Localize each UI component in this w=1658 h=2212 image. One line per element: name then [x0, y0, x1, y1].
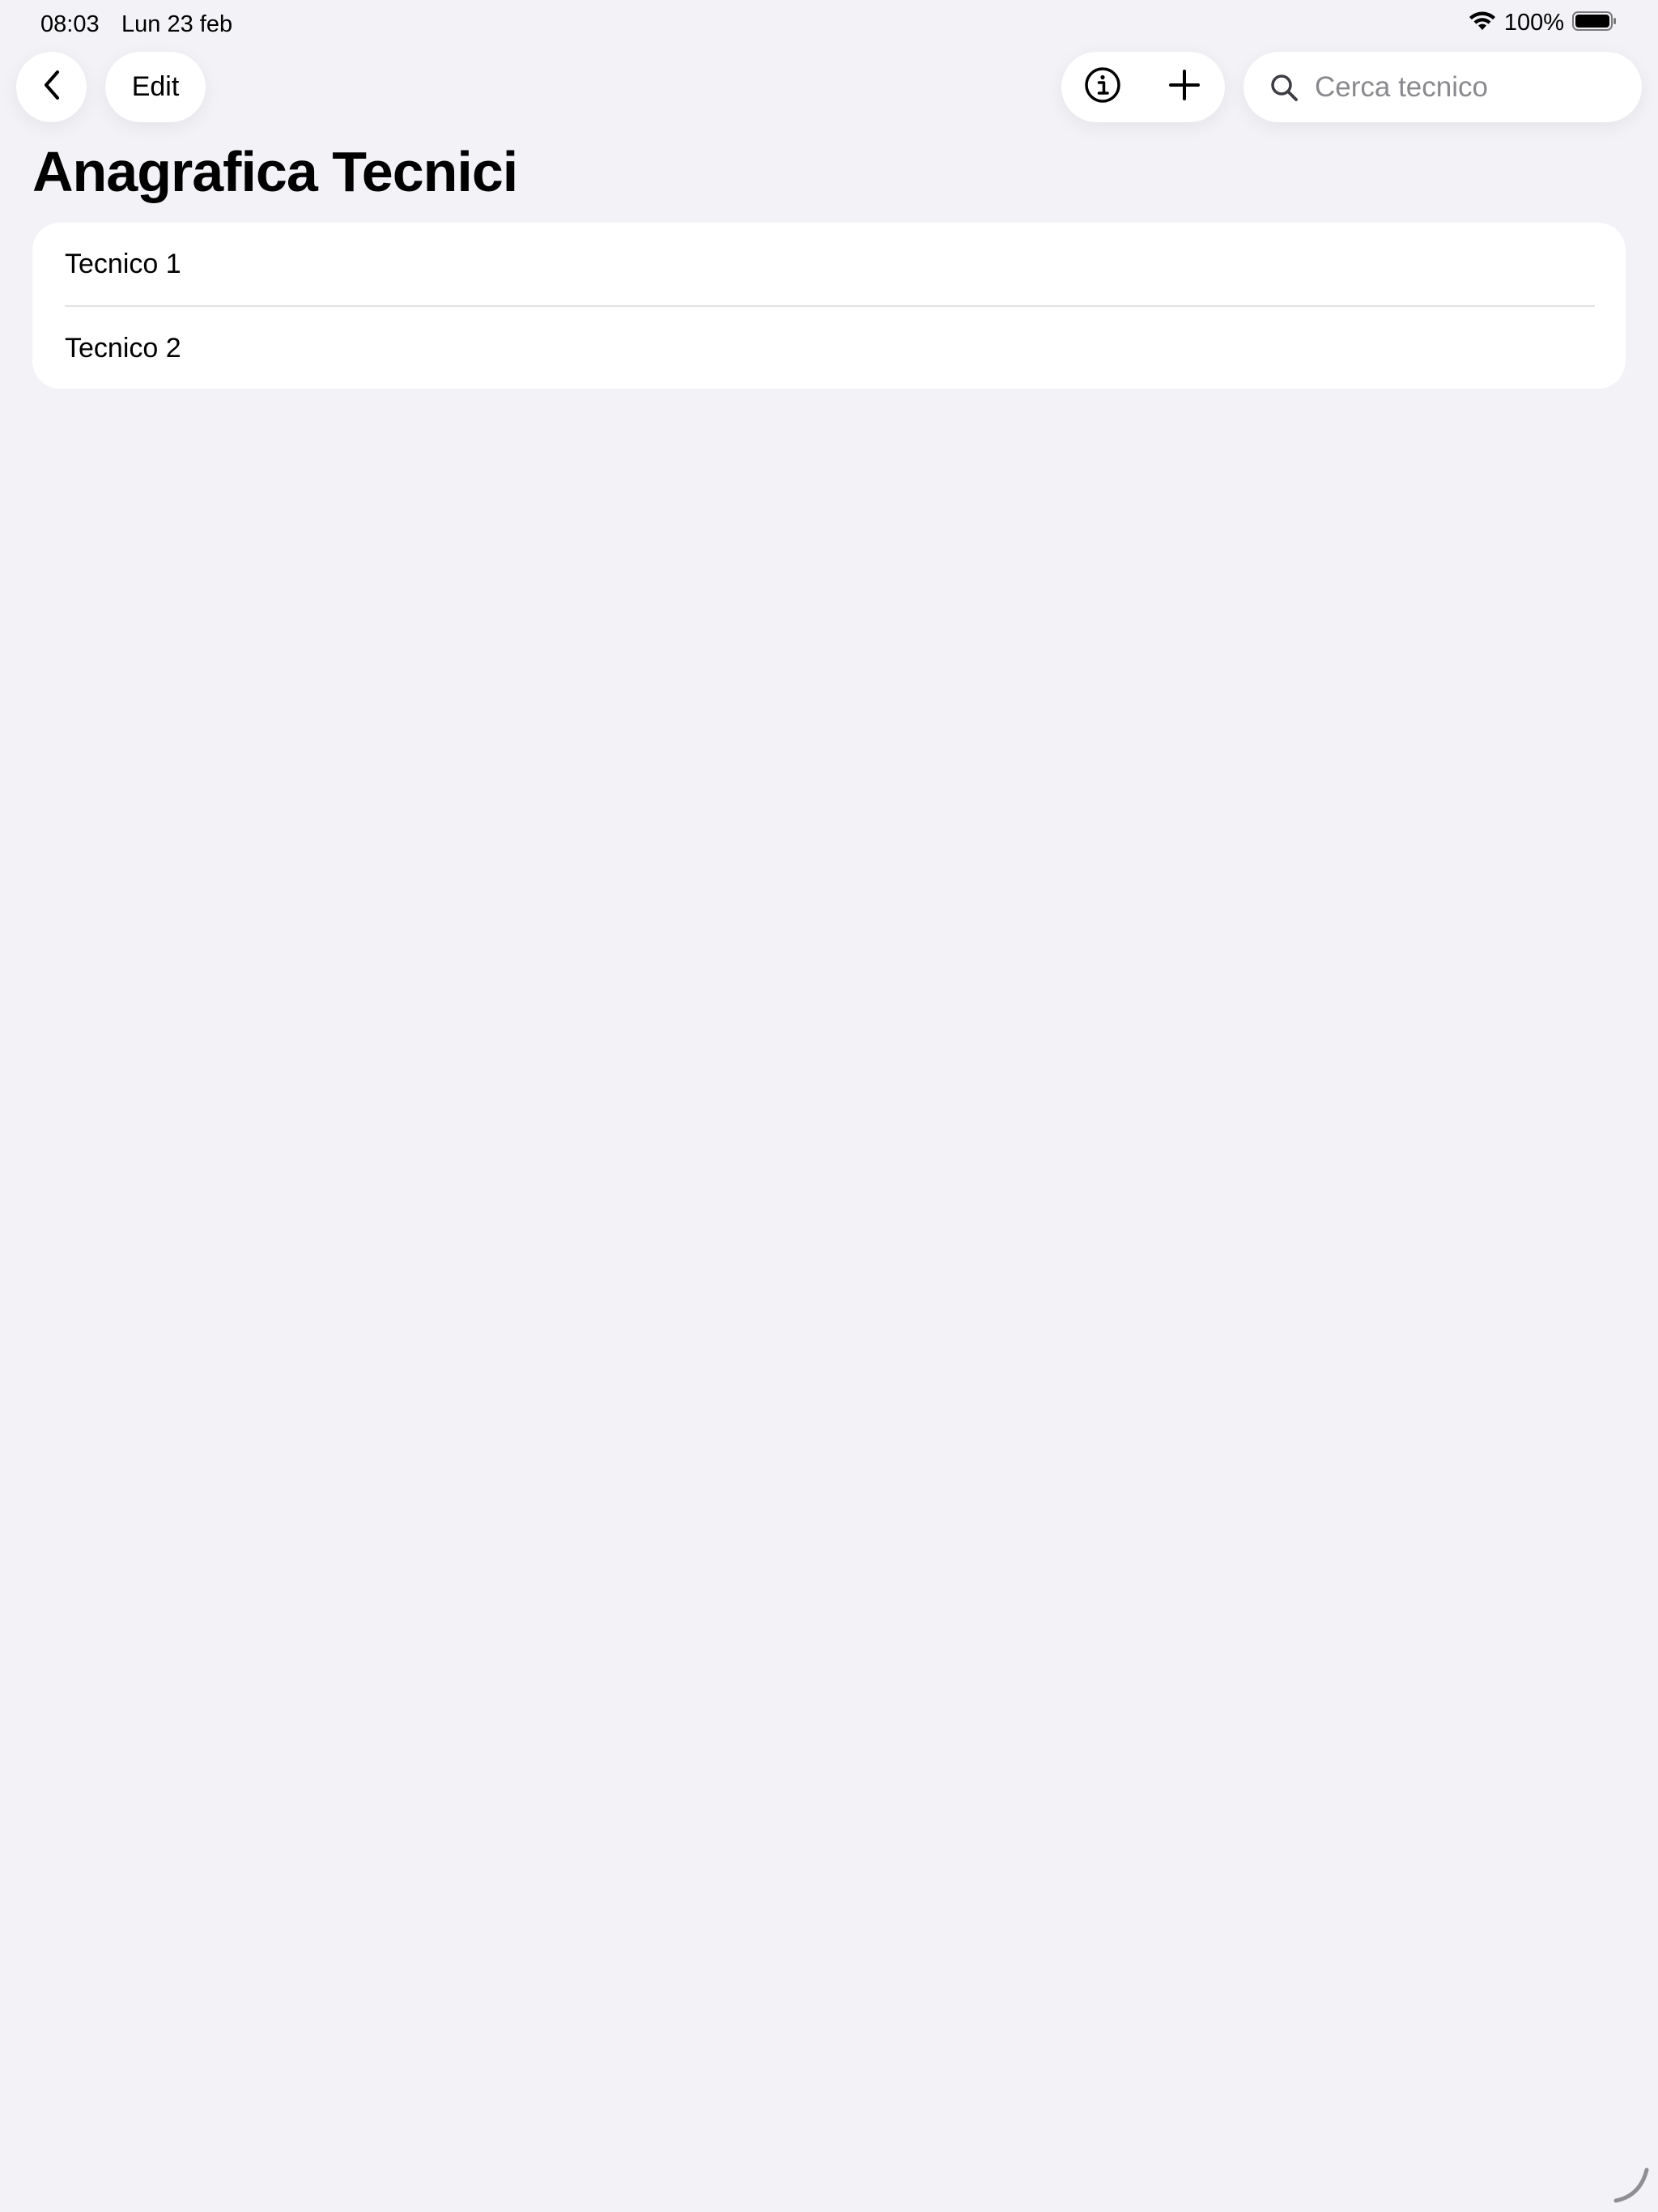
- status-time: 08:03: [40, 11, 100, 37]
- edit-button-label: Edit: [131, 71, 180, 102]
- page-title: Anagrafica Tecnici: [32, 140, 518, 203]
- wifi-icon: [1469, 11, 1496, 36]
- back-button[interactable]: [16, 52, 87, 122]
- chevron-left-icon: [40, 69, 64, 105]
- status-indicators: 100%: [1469, 10, 1618, 36]
- resize-handle-icon[interactable]: [1611, 2165, 1652, 2206]
- add-button[interactable]: [1143, 52, 1225, 122]
- search-icon: [1268, 71, 1300, 104]
- list-item-label: Tecnico 1: [65, 248, 181, 279]
- info-button[interactable]: [1061, 52, 1143, 122]
- battery-icon: [1572, 11, 1618, 36]
- info-icon: [1084, 66, 1121, 108]
- edit-button[interactable]: Edit: [105, 52, 206, 122]
- list-item-label: Tecnico 2: [65, 332, 181, 364]
- toolbar-actions-group: [1061, 52, 1225, 122]
- status-date: Lun 23 feb: [121, 11, 233, 37]
- list-item[interactable]: Tecnico 1: [32, 223, 1626, 305]
- technicians-list: Tecnico 1 Tecnico 2: [32, 223, 1626, 389]
- list-item[interactable]: Tecnico 2: [32, 307, 1626, 389]
- status-bar: 08:03 Lun 23 feb 100%: [0, 0, 1658, 50]
- plus-icon: [1168, 69, 1201, 105]
- search-input[interactable]: [1313, 70, 1624, 104]
- search-field[interactable]: [1244, 52, 1642, 122]
- battery-percentage: 100%: [1503, 10, 1564, 36]
